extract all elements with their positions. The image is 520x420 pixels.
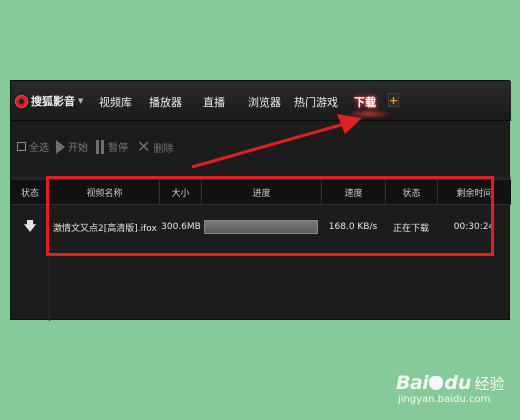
- toolbar-divider: [11, 177, 511, 178]
- watermark-brand-suffix: 经验: [474, 374, 505, 393]
- pause-label: 暂停: [108, 143, 128, 154]
- pause-button[interactable]: 暂停: [95, 139, 128, 154]
- download-table-header: 状态 视频名称 大小 进度 速度 状态 剩余时间: [11, 179, 511, 205]
- checkbox-icon: [17, 142, 26, 151]
- sohu-logo-icon: [15, 94, 28, 108]
- nav-item-video-library[interactable]: 视频库: [99, 94, 132, 110]
- status-cell: 正在下载: [392, 223, 429, 234]
- download-toolbar: 全选 开始 暂停 ✕ 删除: [11, 121, 511, 173]
- file-name-cell: 激情文又点2[高清版].ifox: [53, 223, 157, 234]
- column-header-size[interactable]: 大小: [159, 180, 201, 204]
- download-arrow-icon: 🡇: [23, 218, 37, 233]
- progress-bar: [204, 220, 318, 234]
- nav-item-player[interactable]: 播放器: [149, 94, 182, 110]
- start-button[interactable]: 开始: [56, 139, 88, 154]
- table-row[interactable]: 🡇 激情文又点2[高清版].ifox 300.6MB 168.0 KB/s 正在…: [11, 207, 511, 247]
- delete-label: 删除: [153, 143, 174, 155]
- progress-cell: [201, 207, 321, 247]
- active-tab-glow: [347, 109, 391, 119]
- select-all-button[interactable]: 全选: [17, 139, 49, 154]
- top-navigation-bar: 搜狐影音 ▼ 视频库 播放器 直播 浏览器 热门游戏 下载 +: [11, 81, 511, 121]
- add-tab-button[interactable]: +: [388, 93, 399, 107]
- column-header-progress[interactable]: 进度: [201, 180, 321, 204]
- watermark-brand-right: du: [444, 372, 472, 394]
- start-label: 开始: [68, 143, 88, 154]
- file-size-cell: 300.6MB: [161, 222, 201, 232]
- sohu-video-app-window: 搜狐影音 ▼ 视频库 播放器 直播 浏览器 热门游戏 下载 + 全选 开始 暂停…: [10, 80, 511, 321]
- watermark-url: jingyan.baidu.com: [398, 394, 491, 405]
- status-column-separator: [49, 179, 50, 321]
- select-all-label: 全选: [29, 143, 49, 154]
- nav-item-browser[interactable]: 浏览器: [248, 94, 281, 110]
- app-logo-menu[interactable]: 搜狐影音 ▼: [15, 91, 83, 111]
- column-header-speed[interactable]: 速度: [321, 180, 385, 204]
- column-header-status[interactable]: 状态: [385, 180, 437, 204]
- nav-item-live[interactable]: 直播: [203, 94, 225, 110]
- remaining-time-cell: 00:30:24: [453, 222, 495, 232]
- delete-button[interactable]: ✕ 删除: [137, 139, 173, 155]
- app-logo-text: 搜狐影音: [31, 95, 75, 108]
- speed-cell: 168.0 KB/s: [328, 222, 378, 232]
- baidu-paw-icon: [429, 376, 444, 390]
- play-icon: [56, 139, 65, 154]
- progress-bar-fill: [205, 221, 317, 233]
- nav-item-download[interactable]: 下载: [354, 94, 376, 110]
- column-header-name[interactable]: 视频名称: [49, 180, 159, 204]
- nav-item-hot-games[interactable]: 热门游戏: [294, 94, 338, 110]
- chevron-down-icon: ▼: [78, 97, 84, 105]
- watermark-brand-left: Bai: [396, 372, 429, 394]
- column-header-status-icon[interactable]: 状态: [11, 180, 49, 204]
- baidu-jingyan-watermark: Bai du 经验 jingyan.baidu.com: [396, 372, 504, 405]
- pause-icon: [95, 139, 105, 154]
- column-header-remaining-time[interactable]: 剩余时间: [437, 180, 511, 204]
- close-icon: ✕: [137, 137, 151, 156]
